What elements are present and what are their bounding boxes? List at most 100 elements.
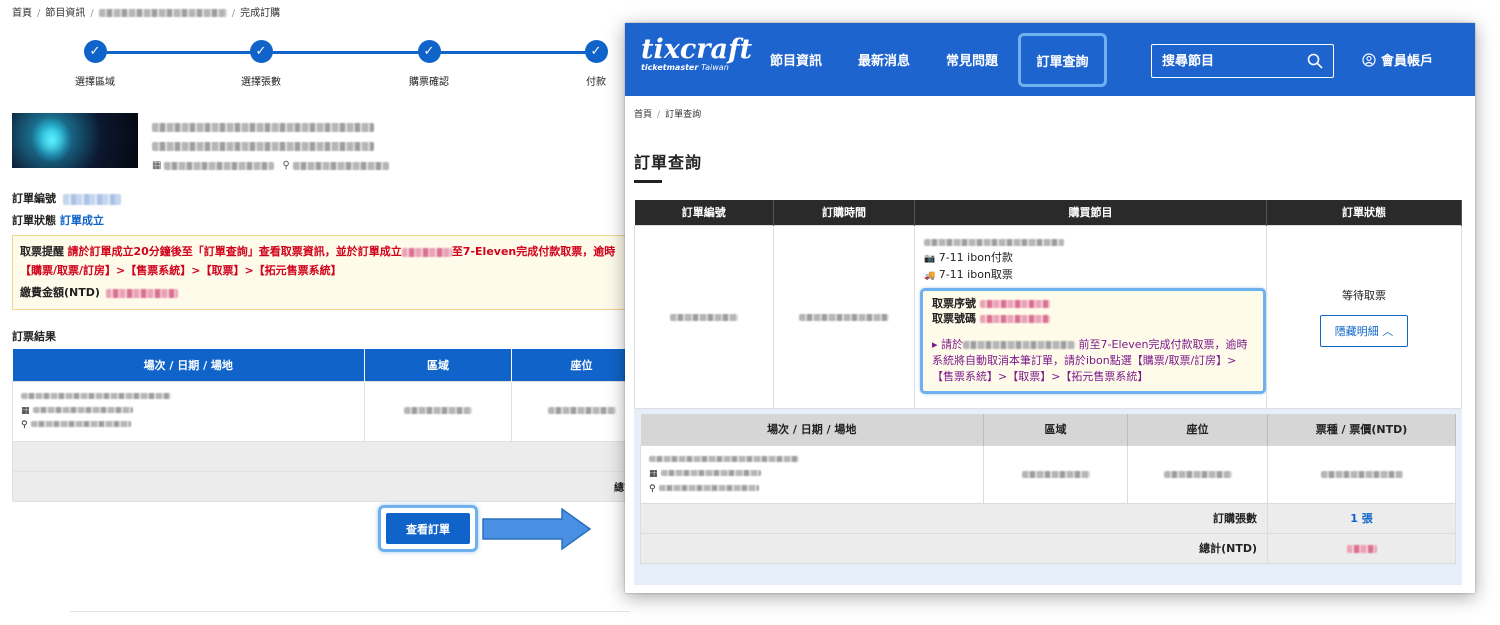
search-input[interactable] bbox=[1162, 53, 1292, 69]
event-date-redacted bbox=[164, 161, 275, 170]
view-order-highlight: 查看訂單 bbox=[378, 505, 478, 552]
seat-cell bbox=[1127, 444, 1268, 504]
order-number: 訂單編號 bbox=[12, 190, 121, 206]
serial-label: 取票序號 bbox=[932, 296, 976, 310]
nav-news[interactable]: 最新消息 bbox=[858, 50, 910, 69]
total-row: 總計(NTD) bbox=[640, 532, 1456, 564]
pickup-method: 7-11 ibon取票 bbox=[938, 267, 1013, 281]
breadcrumb-home[interactable]: 首頁 bbox=[634, 110, 652, 120]
col-header-ticket-price: 票種 / 票價(NTD) bbox=[1267, 414, 1456, 445]
session-name-redacted bbox=[649, 456, 799, 462]
top-navbar: tixcraft ticketmaster Taiwan 節目資訊 最新消息 常… bbox=[625, 23, 1475, 96]
logo-text: tixcraft bbox=[641, 34, 753, 65]
order-status: 訂單狀態 訂單成立 bbox=[12, 212, 104, 228]
pickup-note: ▸ 請於 前至7-Eleven完成付款取票，逾時系統將自動取消本筆訂單，請於ib… bbox=[932, 337, 1255, 385]
session-cell: ▦ ⚲ bbox=[12, 380, 365, 442]
col-header-session: 場次 / 日期 / 場地 bbox=[12, 349, 365, 381]
booking-result-title: 訂票結果 bbox=[12, 330, 56, 343]
total-row: 總計(N bbox=[12, 470, 652, 502]
breadcrumb-events[interactable]: 節目資訊 bbox=[45, 8, 85, 19]
code-label: 取票號碼 bbox=[932, 311, 976, 325]
order-no-cell bbox=[634, 224, 774, 409]
step-confirm: ✓ 購票確認 bbox=[379, 40, 479, 88]
serial-redacted bbox=[979, 299, 1050, 308]
col-header-seat: 座位 bbox=[1127, 414, 1268, 445]
area-redacted bbox=[404, 407, 472, 414]
step-select-area: ✓ 選擇區域 bbox=[45, 40, 145, 88]
order-number-label: 訂單編號 bbox=[12, 192, 56, 205]
total-cell bbox=[1267, 532, 1456, 564]
col-header-session: 場次 / 日期 / 場地 bbox=[640, 414, 984, 445]
logo-sub-region: Taiwan bbox=[701, 63, 729, 72]
breadcrumb: 首頁 / 節目資訊 / / 完成訂購 bbox=[12, 8, 281, 19]
table-row: ▦ ⚲ bbox=[12, 380, 652, 442]
step-select-quantity: ✓ 選擇張數 bbox=[211, 40, 311, 88]
seat-redacted bbox=[1163, 471, 1232, 478]
area-redacted bbox=[1021, 471, 1090, 478]
stepper-line bbox=[95, 51, 600, 54]
event-subtitle-redacted bbox=[152, 142, 374, 151]
total-label: 總計(N bbox=[12, 470, 652, 502]
col-header-area: 區域 bbox=[364, 349, 512, 381]
nav-faq[interactable]: 常見問題 bbox=[946, 50, 998, 69]
event-name-redacted bbox=[924, 239, 1064, 246]
table-row: 📷 7-11 ibon付款 🚚 7-11 ibon取票 取票序號 取票號碼 ▸ … bbox=[634, 224, 1462, 409]
breadcrumb: 首頁 / 訂單查詢 bbox=[634, 110, 702, 120]
truck-icon: 🚚 bbox=[924, 270, 936, 281]
table-row: ▦ ⚲ bbox=[640, 444, 1456, 504]
location-pin-icon: ⚲ bbox=[21, 420, 28, 430]
status-badge: 等待取票 bbox=[1342, 288, 1386, 302]
deadline-redacted bbox=[401, 247, 452, 257]
member-account-label: 會員帳戶 bbox=[1381, 54, 1434, 69]
step-label: 選擇張數 bbox=[241, 77, 281, 88]
nav-order-inquiry[interactable]: 訂單查詢 bbox=[1018, 33, 1107, 87]
order-time-redacted bbox=[799, 313, 889, 321]
event-cell: 📷 7-11 ibon付款 🚚 7-11 ibon取票 取票序號 取票號碼 ▸ … bbox=[914, 224, 1267, 409]
breadcrumb-home[interactable]: 首頁 bbox=[12, 8, 32, 19]
pickup-reminder: 取票提醒 請於訂單成立20分鐘後至「訂單查詢」查看取票資訊，並於訂單成立 至7-E… bbox=[12, 235, 652, 310]
check-icon: ✓ bbox=[83, 40, 107, 63]
tixcraft-logo[interactable]: tixcraft ticketmaster Taiwan bbox=[641, 34, 753, 73]
pickup-code-box: 取票序號 取票號碼 ▸ 請於 前至7-Eleven完成付款取票，逾時系統將自動取… bbox=[920, 287, 1266, 394]
area-cell bbox=[364, 380, 512, 442]
arrow-right-icon bbox=[482, 508, 592, 550]
order-no-redacted bbox=[670, 313, 738, 321]
reminder-text: 請於訂單成立20分鐘後至「訂單查詢」查看取票資訊，並於訂單成立 bbox=[67, 245, 402, 258]
check-icon: ✓ bbox=[584, 40, 608, 63]
step-label: 選擇區域 bbox=[75, 77, 115, 88]
calendar-icon: ▦ bbox=[649, 469, 658, 479]
order-detail-panel: 場次 / 日期 / 場地 區域 座位 票種 / 票價(NTD) ▦ ⚲ 訂購張數… bbox=[634, 409, 1462, 585]
session-venue-redacted bbox=[30, 421, 131, 427]
ticket-price-cell bbox=[1267, 444, 1456, 504]
calendar-icon: ▦ bbox=[152, 160, 162, 171]
quantity-label: 訂購張數 bbox=[640, 502, 1268, 534]
col-header-event: 購買節目 bbox=[914, 200, 1267, 225]
col-header-status: 訂單狀態 bbox=[1266, 200, 1462, 225]
col-header-order-time: 訂購時間 bbox=[773, 200, 915, 225]
breadcrumb-event-name-redacted[interactable] bbox=[98, 9, 227, 17]
payment-amount-redacted bbox=[106, 288, 179, 298]
reminder-label: 取票提醒 bbox=[20, 245, 64, 258]
check-icon: ✓ bbox=[249, 40, 273, 63]
quantity-row: 訂購張數 1 張 bbox=[640, 502, 1456, 534]
status-cell: 等待取票 隱藏明細 ︿ bbox=[1266, 224, 1462, 409]
order-status-label: 訂單狀態 bbox=[12, 214, 56, 227]
total-redacted bbox=[1346, 544, 1377, 553]
reminder-text-2: 至7-Eleven完成付款取票，逾時 bbox=[451, 245, 616, 258]
event-thumbnail bbox=[12, 113, 138, 168]
search-box bbox=[1151, 44, 1334, 78]
member-account-link[interactable]: 會員帳戶 bbox=[1362, 50, 1433, 69]
search-icon[interactable] bbox=[1307, 53, 1323, 69]
order-status-value: 訂單成立 bbox=[59, 214, 104, 227]
subtotal-row: 訂購 bbox=[12, 440, 652, 472]
logo-sub-brand: ticketmaster bbox=[641, 63, 699, 72]
user-icon bbox=[1362, 52, 1376, 67]
hide-details-button[interactable]: 隱藏明細 ︿ bbox=[1319, 314, 1409, 347]
nav-events[interactable]: 節目資訊 bbox=[770, 50, 822, 69]
session-venue-redacted bbox=[659, 485, 760, 491]
view-order-button[interactable]: 查看訂單 bbox=[386, 513, 470, 544]
calendar-icon: ▦ bbox=[21, 406, 30, 416]
nav-order-inquiry-label: 訂單查詢 bbox=[1036, 54, 1089, 70]
step-label: 購票確認 bbox=[409, 77, 449, 88]
camera-icon: 📷 bbox=[924, 253, 936, 264]
